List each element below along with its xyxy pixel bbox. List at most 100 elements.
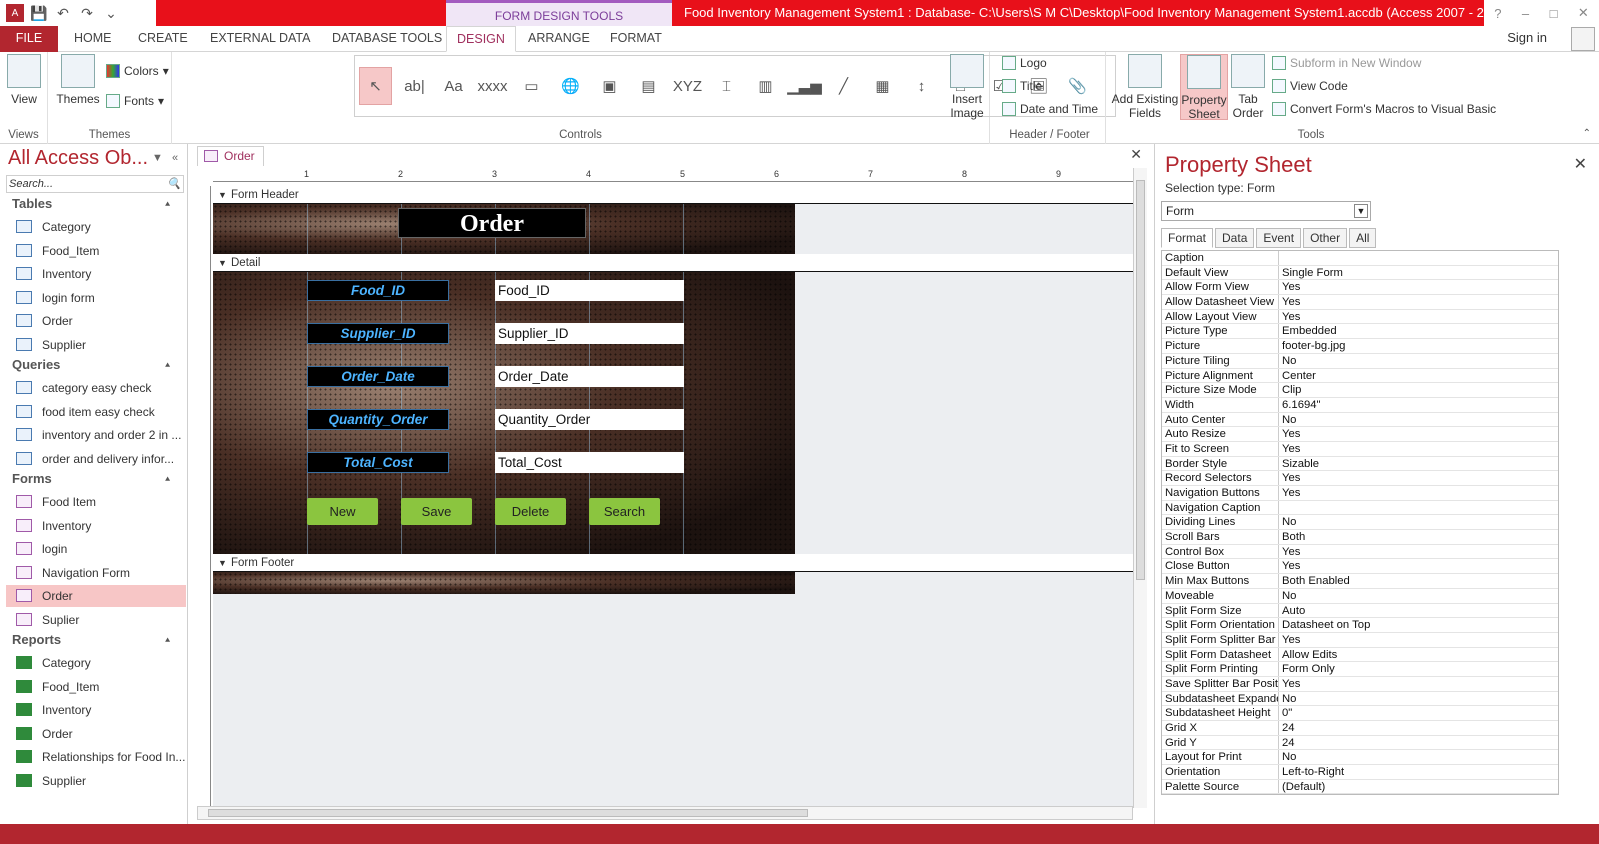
tab-all[interactable]: All xyxy=(1349,228,1377,248)
scroll-thumb[interactable] xyxy=(1136,180,1145,580)
nav-search-input[interactable]: Search... 🔍 xyxy=(6,175,184,193)
property-row[interactable]: Min Max Buttons Both Enabled xyxy=(1162,574,1558,589)
property-row[interactable]: Border Style Sizable xyxy=(1162,456,1558,472)
field-label[interactable]: Order_Date xyxy=(307,366,449,387)
property-row[interactable]: Grid X 24 xyxy=(1162,721,1558,736)
tab-arrange[interactable]: ARRANGE xyxy=(518,26,600,52)
property-row[interactable]: Close Button Yes xyxy=(1162,559,1558,575)
chevron-down-icon[interactable]: ▼ xyxy=(1354,204,1368,218)
field-textbox[interactable]: Quantity_Order xyxy=(495,409,684,430)
property-row[interactable]: Split Form Size Auto xyxy=(1162,603,1558,619)
control-tool-11-icon[interactable]: ▁▃▅ xyxy=(787,67,822,105)
nav-header-reports[interactable]: Reports xyxy=(12,632,61,647)
nav-item-forms[interactable]: Food Item xyxy=(6,491,186,513)
property-value[interactable]: Yes xyxy=(1279,559,1558,573)
nav-item-tables[interactable]: Order xyxy=(6,310,186,332)
save-button[interactable]: Save xyxy=(401,498,472,525)
collapse-section-icon[interactable]: ⯅ xyxy=(164,199,171,210)
section-bar-form-header[interactable]: ▼ Form Header xyxy=(213,186,1133,204)
property-value[interactable]: Sizable xyxy=(1279,457,1558,471)
control-tool-10-icon[interactable]: ▥ xyxy=(749,67,782,105)
tab-home[interactable]: HOME xyxy=(64,26,122,52)
search-button[interactable]: Search xyxy=(589,498,660,525)
minimize-button[interactable]: – xyxy=(1522,6,1529,21)
tab-file[interactable]: FILE xyxy=(0,26,58,52)
property-value[interactable] xyxy=(1279,251,1558,265)
themes-button[interactable]: Themes xyxy=(56,54,100,106)
nav-collapse-icon[interactable]: « xyxy=(172,152,178,164)
property-row[interactable]: Orientation Left-to-Right xyxy=(1162,765,1558,780)
property-row[interactable]: Allow Form View Yes xyxy=(1162,280,1558,296)
tab-design[interactable]: DESIGN xyxy=(446,26,516,52)
collapse-section-icon[interactable]: ⯅ xyxy=(164,635,171,646)
control-tool-5-icon[interactable]: 🌐 xyxy=(554,67,587,105)
property-row[interactable]: Navigation Caption xyxy=(1162,500,1558,516)
control-tool-14-icon[interactable]: ↕ xyxy=(905,67,938,105)
property-value[interactable]: No xyxy=(1279,515,1558,529)
property-row[interactable]: Auto Resize Yes xyxy=(1162,427,1558,442)
nav-menu-chevron-icon[interactable]: ▼ xyxy=(152,152,163,164)
property-value[interactable]: Both xyxy=(1279,530,1558,544)
collapse-section-icon[interactable]: ⯅ xyxy=(164,474,171,485)
control-tool-7-icon[interactable]: ▤ xyxy=(632,67,665,105)
new-button[interactable]: New xyxy=(307,498,378,525)
property-row[interactable]: Dividing Lines No xyxy=(1162,515,1558,531)
field-label[interactable]: Total_Cost xyxy=(307,452,449,473)
property-row[interactable]: Control Box Yes xyxy=(1162,544,1558,560)
control-tool-12-icon[interactable]: ╱ xyxy=(827,67,860,105)
property-value[interactable]: Center xyxy=(1279,369,1558,383)
property-value[interactable]: No xyxy=(1279,589,1558,603)
nav-item-queries[interactable]: order and delivery infor... xyxy=(6,448,186,470)
property-value[interactable]: Yes xyxy=(1279,295,1558,309)
property-row[interactable]: Split Form Datasheet Allow Edits xyxy=(1162,647,1558,663)
document-tab-order[interactable]: Order xyxy=(197,146,264,166)
nav-item-forms[interactable]: Inventory xyxy=(6,515,186,537)
property-value[interactable]: No xyxy=(1279,692,1558,706)
control-tool-6-icon[interactable]: ▣ xyxy=(593,67,626,105)
property-row[interactable]: Palette Source (Default) xyxy=(1162,779,1558,795)
colors-button[interactable]: Colors ▾ xyxy=(106,64,169,78)
section-bar-form-footer[interactable]: ▼ Form Footer xyxy=(213,554,1133,572)
property-value[interactable]: 24 xyxy=(1279,736,1558,750)
property-row[interactable]: Picture Size Mode Clip xyxy=(1162,383,1558,398)
property-row[interactable]: Layout for Print No xyxy=(1162,750,1558,766)
property-row[interactable]: Split Form Splitter Bar Yes xyxy=(1162,632,1558,648)
property-value[interactable]: Clip xyxy=(1279,383,1558,397)
redo-icon[interactable]: ↷ xyxy=(78,4,96,22)
customize-qat-icon[interactable]: ⌄ xyxy=(102,4,120,22)
restore-button[interactable]: □ xyxy=(1550,6,1558,21)
tab-order-button[interactable]: Tab Order xyxy=(1230,54,1266,120)
save-icon[interactable]: 💾 xyxy=(30,4,48,22)
control-tool-3-icon[interactable]: xxxx xyxy=(476,67,509,105)
field-textbox[interactable]: Order_Date xyxy=(495,366,684,387)
view-code-button[interactable]: View Code xyxy=(1272,79,1348,93)
nav-item-tables[interactable]: Food_Item xyxy=(6,240,186,262)
property-row[interactable]: Navigation Buttons Yes xyxy=(1162,486,1558,501)
close-icon[interactable]: ✕ xyxy=(1574,154,1587,174)
nav-item-reports[interactable]: Supplier xyxy=(6,770,186,792)
property-value[interactable]: footer-bg.jpg xyxy=(1279,339,1558,353)
property-value[interactable]: Left-to-Right xyxy=(1279,765,1558,779)
property-value[interactable]: Yes xyxy=(1279,545,1558,559)
insert-image-button[interactable]: Insert Image xyxy=(946,54,988,120)
property-value[interactable]: Yes xyxy=(1279,280,1558,294)
nav-item-reports[interactable]: Relationships for Food In... xyxy=(6,746,186,768)
undo-icon[interactable]: ↶ xyxy=(54,4,72,22)
property-value[interactable]: Single Form xyxy=(1279,266,1558,280)
property-row[interactable]: Split Form Printing Form Only xyxy=(1162,662,1558,677)
date-time-button[interactable]: Date and Time xyxy=(1002,102,1098,116)
selection-dropdown[interactable]: Form ▼ xyxy=(1161,201,1371,221)
control-tool-9-icon[interactable]: ⌶ xyxy=(710,67,743,105)
title-button[interactable]: Title xyxy=(1002,79,1042,93)
nav-item-forms[interactable]: Suplier xyxy=(6,609,186,631)
nav-item-forms[interactable]: Navigation Form xyxy=(6,562,186,584)
nav-item-tables[interactable]: Category xyxy=(6,216,186,238)
property-row[interactable]: Subdatasheet Height 0" xyxy=(1162,706,1558,721)
nav-item-reports[interactable]: Category xyxy=(6,652,186,674)
property-row[interactable]: Picture Type Embedded xyxy=(1162,324,1558,340)
field-label[interactable]: Food_ID xyxy=(307,280,449,301)
property-row[interactable]: Save Splitter Bar Positi Yes xyxy=(1162,676,1558,692)
convert-macros-button[interactable]: Convert Form's Macros to Visual Basic xyxy=(1272,102,1496,116)
field-label[interactable]: Supplier_ID xyxy=(307,323,449,344)
property-row[interactable]: Subdatasheet Expande No xyxy=(1162,691,1558,707)
